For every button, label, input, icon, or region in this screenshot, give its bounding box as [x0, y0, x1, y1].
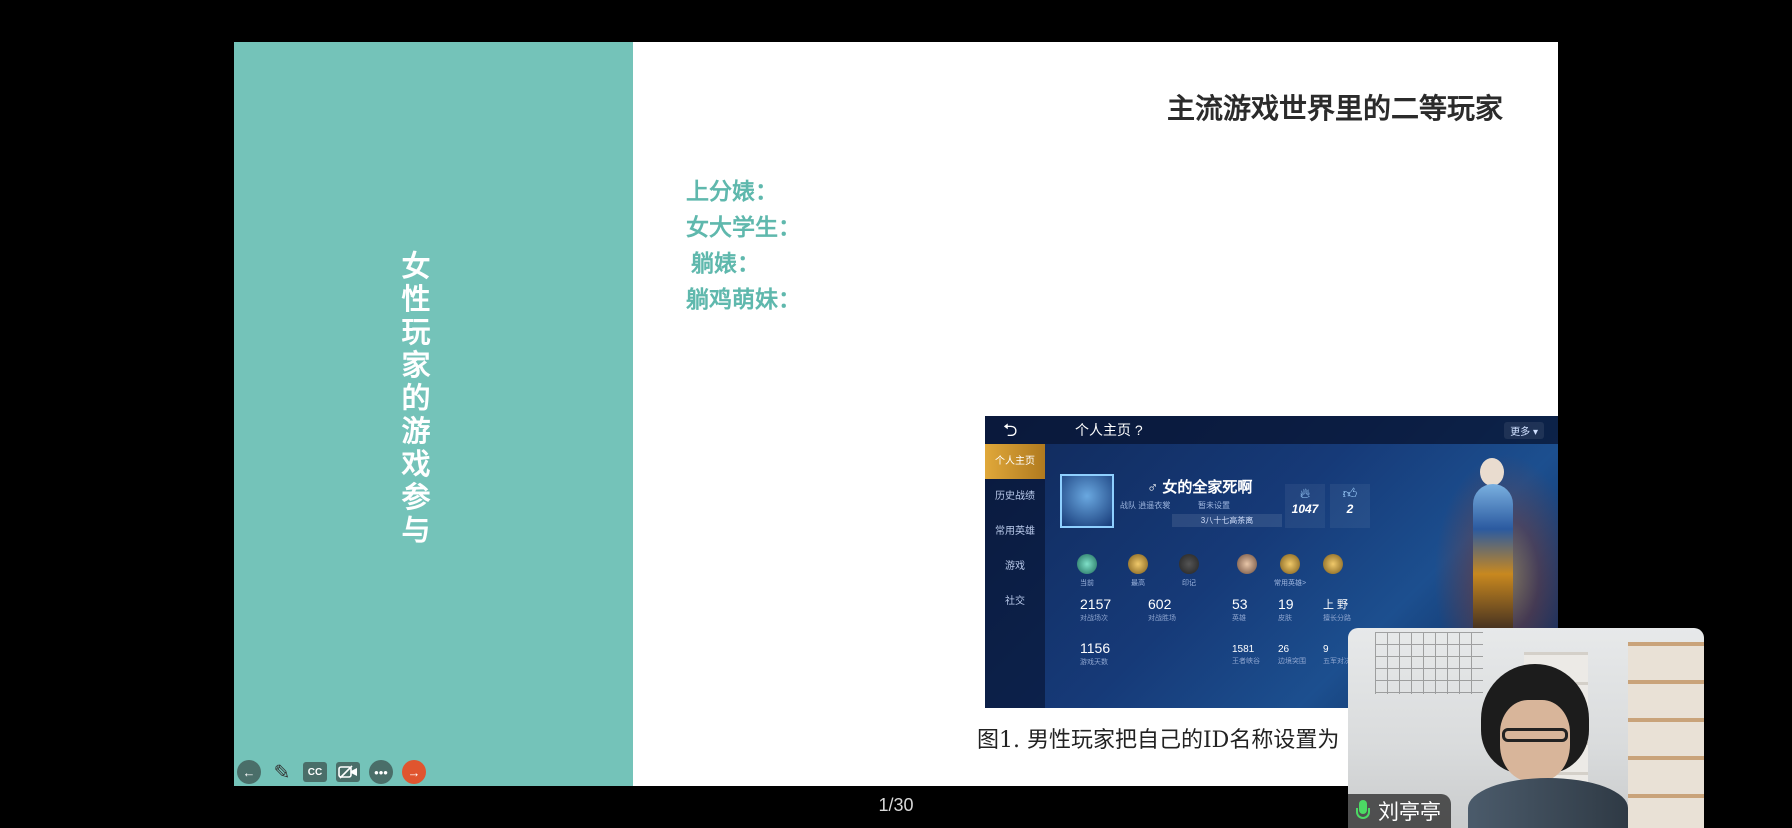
game-team-label: 战队 逍遥衣裳	[1120, 501, 1171, 510]
game-badge: 当前	[1065, 554, 1109, 588]
game-location-label: 暂未设置	[1198, 501, 1230, 510]
game-sidebar-item: 历史战绩	[995, 491, 1035, 502]
slide-left-panel: 女性玩家的游戏参与	[234, 42, 633, 786]
microphone-icon	[1356, 800, 1370, 822]
term-list: 上分婊： 女大学生： 躺婊： 躺鸡萌妹：	[686, 174, 801, 318]
game-stat: 上 野擅长分路	[1323, 599, 1351, 622]
flame-icon: 🔥︎	[1299, 485, 1311, 501]
term-item: 女大学生：	[686, 214, 801, 241]
game-likes-box: 👍︎ 2	[1330, 484, 1370, 528]
game-badge	[1225, 554, 1269, 578]
game-rank-bar: 3八十七高茶离	[1172, 514, 1282, 527]
game-likes-value: 2	[1346, 502, 1354, 516]
game-stat: 9 五军对决	[1323, 644, 1351, 665]
participant-body	[1468, 778, 1628, 828]
participant-video-tile[interactable]: 刘亭亭	[1348, 628, 1704, 828]
game-back-icon: ⮌	[1003, 420, 1018, 440]
vertical-section-title: 女性玩家的游戏参与	[401, 249, 431, 547]
game-more-label: 更多 ▾	[1504, 422, 1544, 439]
game-sidebar-item: 个人主页	[985, 444, 1045, 479]
cc-icon[interactable]: CC	[303, 762, 327, 782]
bookshelf	[1628, 642, 1704, 828]
game-topbar: ⮌ 个人主页 ? 更多 ▾	[985, 416, 1558, 444]
game-sidebar: 个人主页 历史战绩 常用英雄 游戏 社交	[985, 444, 1045, 708]
term-item: 躺婊：	[691, 250, 760, 277]
pen-icon[interactable]: ✎	[270, 760, 294, 784]
game-stat: 1156 游戏天数	[1080, 640, 1111, 666]
back-icon[interactable]: ←	[237, 760, 261, 784]
term-item: 躺鸡萌妹：	[686, 286, 801, 313]
participant-name: 刘亭亭	[1378, 801, 1441, 824]
game-header-title: 个人主页 ?	[1075, 422, 1143, 438]
slide-title: 主流游戏世界里的二等玩家	[1166, 92, 1503, 125]
thumbs-up-icon: 👍︎	[1342, 485, 1358, 501]
participant-name-bar: 刘亭亭	[1348, 794, 1451, 828]
camera-off-icon[interactable]	[336, 762, 360, 782]
game-sidebar-item: 游戏	[1005, 561, 1025, 572]
game-badge: 常用英雄>	[1268, 554, 1312, 588]
term-item: 上分婊：	[686, 178, 778, 205]
game-stat: 1581 王者峡谷	[1232, 644, 1260, 665]
game-stat: 26 边境突围	[1278, 644, 1306, 665]
wall-grid	[1375, 632, 1483, 694]
game-badge	[1311, 554, 1355, 578]
game-sidebar-item: 常用英雄	[995, 526, 1035, 537]
game-stat: 602 对战胜场	[1148, 596, 1176, 622]
game-heat-box: 🔥︎ 1047	[1285, 484, 1325, 528]
game-avatar	[1060, 474, 1114, 528]
game-stat: 2157 对战场次	[1080, 596, 1112, 622]
participant-glasses	[1502, 728, 1568, 742]
exit-icon[interactable]: →	[402, 760, 426, 784]
game-stat: 19 皮肤	[1278, 596, 1294, 622]
figure-caption: 图1. 男性玩家把自己的ID名称设置为	[977, 728, 1340, 753]
presentation-toolbar: ← ✎ CC ••• →	[237, 760, 426, 784]
game-heat-value: 1047	[1291, 502, 1319, 516]
game-badge: 最高	[1116, 554, 1160, 588]
game-sidebar-item: 社交	[1005, 596, 1025, 607]
game-stat: 53 英雄	[1232, 596, 1248, 622]
game-player-name: ♂ 女的全家死啊	[1147, 479, 1253, 496]
game-badge: 印记	[1167, 554, 1211, 588]
more-icon[interactable]: •••	[369, 760, 393, 784]
